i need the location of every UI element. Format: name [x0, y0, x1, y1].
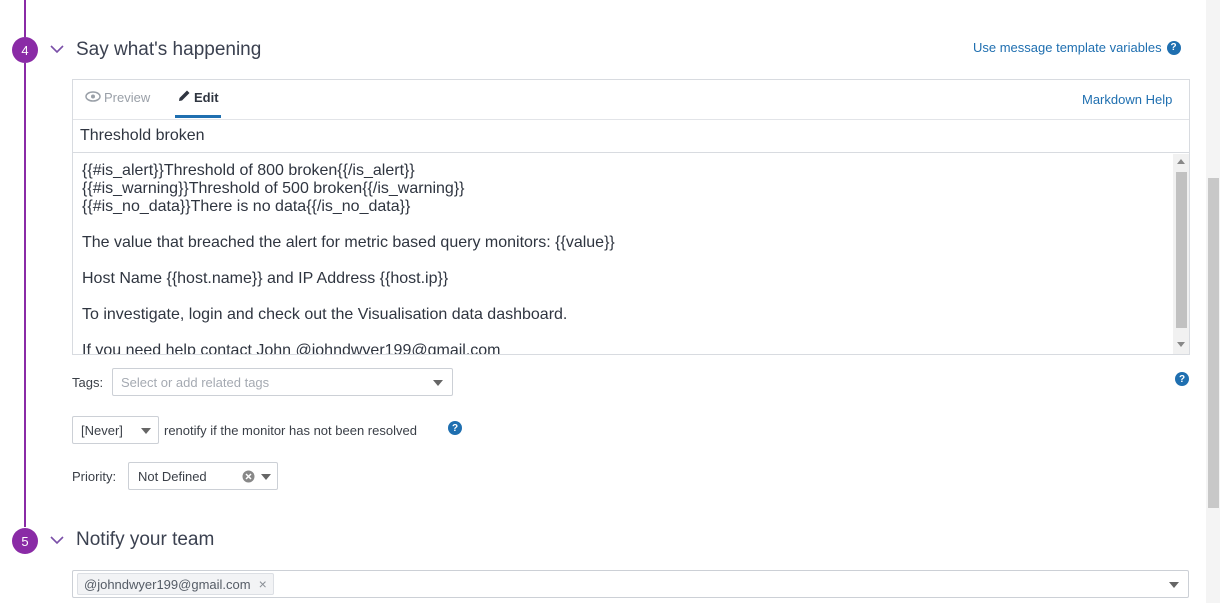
chevron-down-icon: [1169, 582, 1179, 588]
priority-select[interactable]: Not Defined: [128, 462, 278, 490]
body-line: [82, 288, 1164, 306]
active-tab-indicator: [175, 115, 221, 118]
pencil-icon: [178, 89, 191, 105]
remove-icon[interactable]: ×: [259, 576, 267, 592]
body-line: {{#is_alert}}Threshold of 800 broken{{/i…: [82, 162, 415, 179]
message-editor: Preview Edit Markdown Help Threshold bro…: [72, 79, 1190, 355]
question-circle-icon[interactable]: ?: [1175, 372, 1189, 386]
recipient-chip-label: @johndwyer199@gmail.com: [84, 576, 251, 592]
chevron-down-icon: [433, 380, 443, 386]
chevron-down-icon: [261, 474, 271, 480]
step-5-badge: 5: [12, 528, 38, 554]
timeline-line-top: [24, 0, 26, 37]
body-line: If you need help contact John @johndwyer…: [82, 342, 501, 354]
body-line: Host Name {{host.name}} and IP Address {…: [82, 270, 449, 287]
priority-value: Not Defined: [138, 468, 207, 484]
question-circle-icon[interactable]: ?: [1166, 40, 1181, 55]
template-variables-link[interactable]: Use message template variables: [973, 40, 1162, 55]
renotify-select[interactable]: [Never]: [72, 416, 159, 444]
clear-icon[interactable]: [242, 470, 255, 486]
tab-preview[interactable]: Preview: [85, 90, 150, 105]
message-title-input[interactable]: Threshold broken: [73, 119, 1189, 153]
tags-label: Tags:: [72, 375, 104, 390]
body-line: The value that breached the alert for me…: [82, 234, 615, 251]
eye-icon: [85, 90, 101, 105]
step-4-badge: 4: [12, 37, 38, 63]
body-line: [82, 252, 1164, 270]
message-body-textarea[interactable]: {{#is_alert}}Threshold of 800 broken{{/i…: [73, 154, 1173, 354]
tab-edit[interactable]: Edit: [178, 89, 219, 105]
step-4-number: 4: [21, 42, 29, 58]
body-line: {{#is_no_data}}There is no data{{/is_no_…: [82, 198, 411, 215]
question-circle-icon[interactable]: ?: [448, 421, 462, 435]
step-4-title: Say what's happening: [76, 39, 262, 60]
step-5-number: 5: [21, 533, 29, 549]
textarea-scroll-thumb[interactable]: [1176, 172, 1187, 328]
template-variables-link-group[interactable]: Use message template variables ?: [973, 40, 1181, 55]
renotify-text: renotify if the monitor has not been res…: [164, 423, 417, 438]
renotify-value: [Never]: [81, 422, 123, 438]
chevron-down-icon[interactable]: [50, 535, 64, 545]
step-5-title: Notify your team: [76, 529, 215, 550]
body-line: {{#is_warning}}Threshold of 500 broken{{…: [82, 180, 465, 197]
body-line: [82, 216, 1164, 234]
tab-preview-label: Preview: [104, 90, 151, 105]
chevron-down-icon[interactable]: [50, 44, 64, 54]
timeline-line-middle: [24, 63, 26, 527]
body-line: To investigate, login and check out the …: [82, 306, 568, 323]
markdown-help-link[interactable]: Markdown Help: [1082, 92, 1172, 107]
editor-tab-bar: Preview Edit Markdown Help: [73, 80, 1189, 120]
tags-placeholder: Select or add related tags: [121, 374, 270, 390]
body-line: [82, 324, 1164, 342]
priority-label: Priority:: [72, 469, 117, 484]
notify-recipients-select[interactable]: @johndwyer199@gmail.com ×: [72, 570, 1189, 598]
page-scroll-thumb[interactable]: [1208, 178, 1219, 508]
recipient-chip: @johndwyer199@gmail.com ×: [77, 573, 274, 595]
tags-select[interactable]: Select or add related tags: [112, 368, 453, 396]
chevron-down-icon: [141, 428, 151, 434]
tab-edit-label: Edit: [194, 89, 219, 105]
scroll-up-arrow-icon[interactable]: [1177, 159, 1185, 164]
scroll-down-arrow-icon[interactable]: [1177, 342, 1185, 347]
